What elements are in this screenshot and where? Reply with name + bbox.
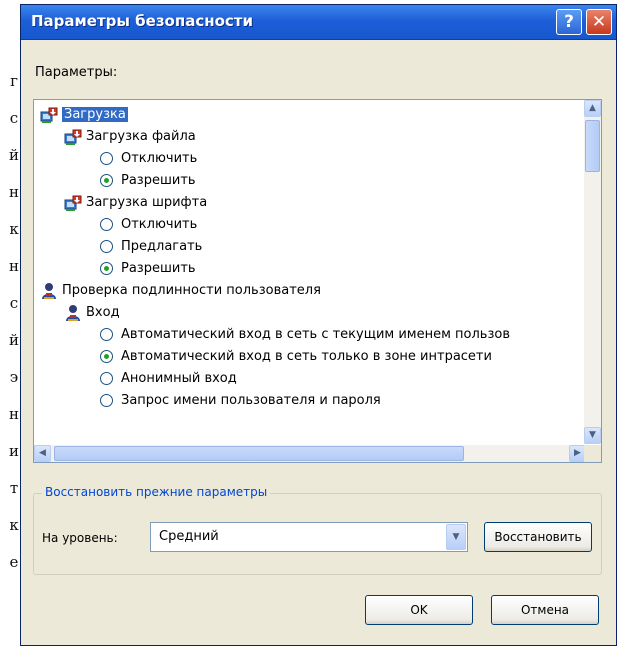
- level-select-dropdown-button[interactable]: ▼: [446, 524, 466, 550]
- settings-tree[interactable]: Загрузка Загрузка файла Отключить Разрешить…: [33, 99, 602, 463]
- tree-item-label: Разрешить: [121, 173, 196, 188]
- chevron-down-icon: ▼: [589, 430, 596, 440]
- tree-item-label: Автоматический вход в сеть с текущим име…: [121, 327, 510, 342]
- download-settings-icon: [64, 128, 82, 146]
- tree-item-label: Анонимный вход: [121, 371, 237, 386]
- radio-unchecked[interactable]: [100, 394, 113, 407]
- radio-checked[interactable]: [100, 350, 113, 363]
- close-button[interactable]: ✕: [586, 9, 612, 35]
- settings-label: Параметры:: [35, 65, 118, 80]
- tree-item-label: Вход: [86, 305, 120, 320]
- tree-radio-option[interactable]: Автоматический вход в сеть с текущим име…: [100, 324, 510, 346]
- vertical-scroll-thumb[interactable]: [585, 120, 600, 172]
- chevron-left-icon: ◀: [39, 448, 46, 458]
- background-letter: к: [9, 220, 19, 238]
- security-settings-dialog: Параметры безопасности ? ✕ Параметры: За…: [20, 4, 617, 646]
- tree-radio-option[interactable]: Предлагать: [100, 236, 202, 258]
- tree-item-label: Проверка подлинности пользователя: [62, 283, 321, 298]
- reset-settings-group: Восстановить прежние параметры На уровен…: [33, 485, 602, 575]
- scrollbar-corner: [584, 445, 601, 462]
- radio-unchecked[interactable]: [100, 328, 113, 341]
- reset-button[interactable]: Восстановить: [484, 522, 592, 552]
- background-letter: е: [9, 553, 19, 571]
- background-letter: э: [9, 368, 19, 386]
- background-letter: и: [9, 442, 19, 460]
- tree-item-label: Загрузка файла: [86, 129, 196, 144]
- background-letter: й: [9, 146, 19, 164]
- scroll-up-button[interactable]: ▲: [584, 100, 601, 117]
- tree-item-label: Предлагать: [121, 239, 203, 254]
- tree-item-label: Запрос имени пользователя и пароля: [121, 393, 381, 408]
- background-letter: с: [9, 294, 19, 312]
- radio-unchecked[interactable]: [100, 372, 113, 385]
- background-letter: й: [9, 331, 19, 349]
- help-icon: ?: [564, 12, 574, 32]
- tree-item-label: Отключить: [121, 217, 198, 232]
- level-label: На уровень:: [42, 531, 118, 545]
- tree-subcategory[interactable]: Загрузка файла: [64, 126, 196, 148]
- chevron-right-icon: ▶: [574, 448, 581, 458]
- level-select-value: Средний: [159, 529, 219, 544]
- tree-subcategory[interactable]: Вход: [64, 302, 120, 324]
- tree-radio-option[interactable]: Отключить: [100, 148, 197, 170]
- group-title: Восстановить прежние параметры: [42, 485, 271, 499]
- chevron-up-icon: ▲: [589, 103, 596, 113]
- background-letter: н: [9, 405, 19, 423]
- tree-radio-option[interactable]: Разрешить: [100, 170, 196, 192]
- horizontal-scroll-thumb[interactable]: [54, 446, 464, 461]
- download-settings-icon: [40, 106, 58, 124]
- tree-item-label: Отключить: [121, 151, 198, 166]
- cancel-button[interactable]: Отмена: [491, 595, 599, 625]
- close-icon: ✕: [591, 12, 607, 32]
- radio-unchecked[interactable]: [100, 152, 113, 165]
- download-settings-icon: [64, 194, 82, 212]
- user-auth-icon: [40, 282, 58, 300]
- tree-category[interactable]: Загрузка: [40, 104, 128, 126]
- tree-item-label: Загрузка шрифта: [86, 195, 208, 210]
- tree-category[interactable]: Проверка подлинности пользователя: [40, 280, 321, 302]
- tree-item-label: Разрешить: [121, 261, 196, 276]
- radio-checked[interactable]: [100, 174, 113, 187]
- tree-radio-option[interactable]: Разрешить: [100, 258, 196, 280]
- vertical-scrollbar[interactable]: ▲ ▼: [584, 100, 601, 444]
- user-auth-icon: [64, 304, 82, 322]
- background-letter: т: [9, 479, 19, 497]
- scroll-down-button[interactable]: ▼: [584, 427, 601, 444]
- tree-item-label: Загрузка: [62, 107, 128, 122]
- chevron-down-icon: ▼: [452, 532, 460, 542]
- background-letter: н: [9, 257, 19, 275]
- level-select[interactable]: Средний ▼: [150, 522, 468, 552]
- scroll-left-button[interactable]: ◀: [34, 445, 51, 462]
- tree-radio-option[interactable]: Анонимный вход: [100, 368, 237, 390]
- tree-radio-option[interactable]: Отключить: [100, 214, 197, 236]
- tree-subcategory[interactable]: Загрузка шрифта: [64, 192, 207, 214]
- title-bar[interactable]: Параметры безопасности ? ✕: [21, 5, 616, 40]
- ok-button[interactable]: OK: [365, 595, 473, 625]
- radio-unchecked[interactable]: [100, 240, 113, 253]
- background-letter: г: [10, 72, 18, 90]
- background-letter: к: [9, 516, 19, 534]
- background-letter: н: [9, 183, 19, 201]
- tree-item-label: Автоматический вход в сеть только в зоне…: [121, 349, 492, 364]
- radio-checked[interactable]: [100, 262, 113, 275]
- horizontal-scrollbar[interactable]: ◀ ▶: [34, 445, 586, 462]
- radio-unchecked[interactable]: [100, 218, 113, 231]
- dialog-title: Параметры безопасности: [31, 12, 253, 30]
- help-button[interactable]: ?: [556, 9, 582, 35]
- tree-radio-option[interactable]: Автоматический вход в сеть только в зоне…: [100, 346, 492, 368]
- tree-radio-option[interactable]: Запрос имени пользователя и пароля: [100, 390, 381, 412]
- background-letter: с: [9, 109, 19, 127]
